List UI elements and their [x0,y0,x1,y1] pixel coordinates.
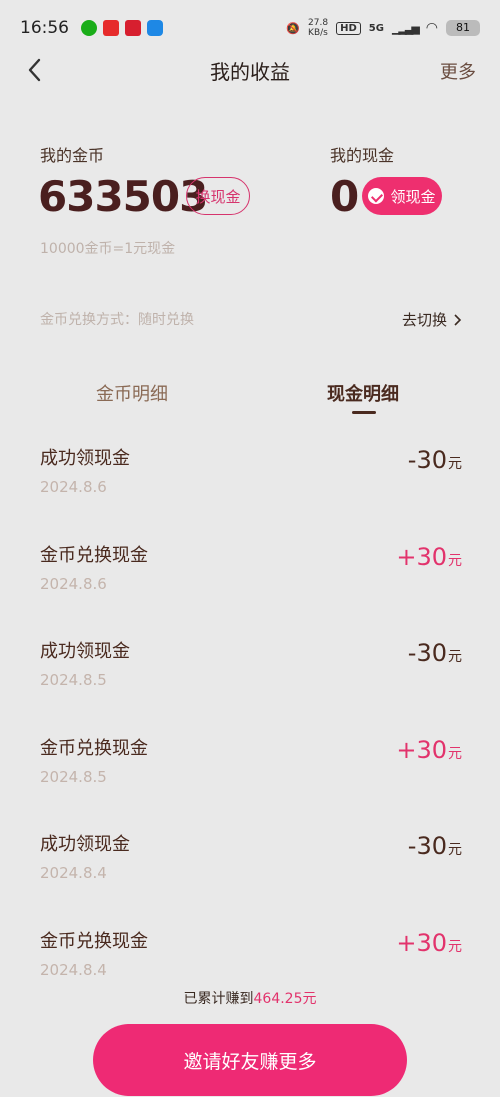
wechat-pay-icon [368,188,385,204]
record-title: 金币兑换现金 [40,545,148,566]
record-title: 成功领现金 [40,834,130,855]
amount-unit: 元 [448,842,462,858]
exchange-mode: 金币兑换方式：随时兑换 [40,312,194,328]
net-speed: 27.8 KB/s [308,18,329,38]
cash-value: 0 [330,172,359,221]
record-date: 2024.8.6 [40,478,107,496]
status-time: 16:56 [20,18,69,38]
wechat-icon [81,20,97,36]
amount-unit: 元 [448,553,462,569]
record-title: 成功领现金 [40,448,130,469]
record-amount: +30元 [396,929,462,957]
record-amount: +30元 [396,736,462,764]
list-item: 金币兑换现金 2024.8.6 +30元 [0,541,500,637]
record-date: 2024.8.4 [40,961,107,979]
record-date: 2024.8.6 [40,575,107,593]
total-amount: 464.25元 [253,991,317,1007]
exchange-rate: 10000金币=1元现金 [40,241,176,257]
tab-cash-details[interactable]: 现金明细 [327,380,399,406]
more-link[interactable]: 更多 [440,58,476,84]
amount-value: -30 [407,639,447,667]
record-title: 金币兑换现金 [40,738,148,759]
coins-label: 我的金币 [40,146,105,165]
total-earned: 已累计赚到464.25元 [0,988,500,1008]
record-title: 金币兑换现金 [40,931,148,952]
app-notification-icon [125,20,141,36]
tab-coin-details[interactable]: 金币明细 [96,380,168,406]
record-amount: -30元 [408,446,462,474]
network-type: 5G [368,22,384,34]
app-notification-icon [147,20,163,36]
signal-icon: ▁▂▃▅ [391,21,420,35]
nav-bar: 我的收益 更多 [0,42,500,98]
list-item: 成功领现金 2024.8.4 -30元 [0,830,500,926]
record-amount: -30元 [408,639,462,667]
exchange-cash-button[interactable]: 换现金 [186,177,250,215]
chevron-right-icon [454,313,462,326]
list-item: 金币兑换现金 2024.8.5 +30元 [0,734,500,830]
total-prefix: 已累计赚到 [183,991,254,1007]
record-amount: -30元 [408,832,462,860]
amount-value: +30 [396,543,447,571]
list-item: 成功领现金 2024.8.5 -30元 [0,637,500,733]
switch-mode-label: 去切换 [401,311,447,329]
record-amount: +30元 [396,543,462,571]
list-item: 成功领现金 2024.8.6 -30元 [0,444,500,540]
record-date: 2024.8.4 [40,864,107,882]
cash-label: 我的现金 [330,146,395,165]
hd-badge: HD [336,21,361,35]
amount-unit: 元 [448,939,462,955]
wifi-icon: ◠ [425,20,438,36]
withdraw-cash-button[interactable]: 领现金 [362,177,442,215]
amount-unit: 元 [448,649,462,665]
invite-friends-button[interactable]: 邀请好友赚更多 [93,1024,407,1096]
app-notification-icon [103,20,119,36]
amount-value: +30 [396,929,447,957]
amount-unit: 元 [448,456,462,472]
list-item: 金币兑换现金 2024.8.4 +30元 [0,927,500,1023]
amount-value: -30 [407,446,447,474]
coins-value: 633503 [38,172,208,221]
record-date: 2024.8.5 [40,671,107,689]
amount-unit: 元 [448,746,462,762]
back-arrow-icon[interactable] [22,56,50,84]
amount-value: -30 [407,832,447,860]
switch-mode-link[interactable]: 去切换 [402,309,462,330]
page-title: 我的收益 [210,59,290,84]
mute-icon: 🔕 [286,21,301,35]
withdraw-cash-label: 领现金 [390,187,436,206]
active-tab-indicator [352,411,376,414]
record-title: 成功领现金 [40,641,130,662]
amount-value: +30 [396,736,447,764]
record-date: 2024.8.5 [40,768,107,786]
battery-icon: 81 [446,20,480,36]
